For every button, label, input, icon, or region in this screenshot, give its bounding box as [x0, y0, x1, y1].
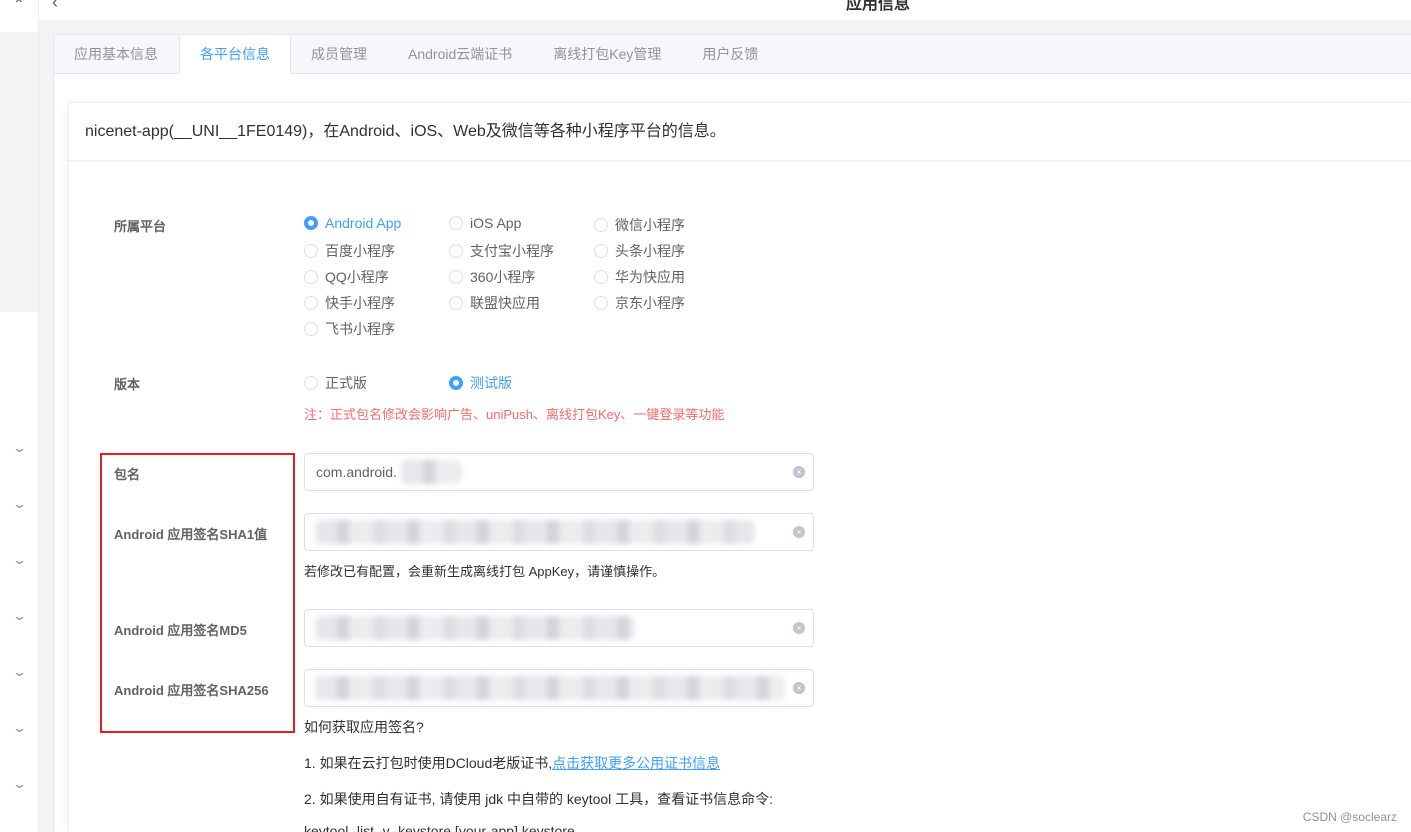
radio-circle	[449, 270, 463, 284]
radio-toutiao[interactable]: 头条小程序	[594, 241, 685, 261]
chevron-down-icon[interactable]: ⌄	[12, 664, 27, 680]
clear-icon[interactable]: ×	[793, 526, 805, 538]
radio-alipay[interactable]: 支付宝小程序	[449, 241, 554, 261]
package-warning: 注：正式包名修改会影响广告、uniPush、离线打包Key、一键登录等功能	[304, 407, 725, 422]
radio-kuaishou[interactable]: 快手小程序	[304, 293, 395, 313]
radio-circle	[594, 244, 608, 258]
back-arrow-icon[interactable]: ‹	[52, 0, 58, 13]
chevron-down-icon[interactable]: ⌄	[12, 776, 27, 792]
tab-platform-info[interactable]: 各平台信息	[179, 35, 291, 75]
left-rail: ⌃ ⌄ ⌄ ⌄ ⌄ ⌄ ⌄ ⌄	[0, 0, 39, 832]
sha1-hint: 若修改已有配置，会重新生成离线打包 AppKey，请谨慎操作。	[304, 564, 666, 579]
watermark: CSDN @soclearz	[1302, 810, 1397, 824]
sha1-label: Android 应用签名SHA1值	[114, 527, 268, 542]
radio-circle	[594, 270, 608, 284]
radio-label: 微信小程序	[615, 217, 685, 233]
radio-circle	[304, 296, 318, 310]
public-cert-link[interactable]: 点击获取更多公用证书信息	[552, 755, 720, 771]
radio-circle	[304, 376, 318, 390]
radio-jd[interactable]: 京东小程序	[594, 293, 685, 313]
radio-ios-app[interactable]: iOS App	[449, 215, 521, 231]
package-name-input[interactable]: com.android. ×	[304, 453, 814, 491]
help-question: 如何获取应用签名?	[304, 719, 424, 735]
tab-bar: 应用基本信息 各平台信息 成员管理 Android云端证书 离线打包Key管理 …	[53, 34, 1411, 75]
radio-label: 快手小程序	[325, 295, 395, 311]
md5-input[interactable]: ×	[304, 609, 814, 647]
platform-label: 所属平台	[114, 219, 167, 234]
redacted-blur	[315, 676, 785, 700]
radio-circle	[449, 216, 463, 230]
radio-label: 正式版	[325, 375, 367, 391]
tab-android-cert[interactable]: Android云端证书	[388, 35, 533, 74]
radio-qq[interactable]: QQ小程序	[304, 267, 389, 287]
radio-label: iOS App	[470, 215, 522, 231]
radio-circle	[449, 376, 463, 390]
radio-baidu[interactable]: 百度小程序	[304, 241, 395, 261]
version-label: 版本	[114, 377, 141, 392]
radio-circle	[594, 218, 608, 232]
package-name-label: 包名	[114, 467, 141, 482]
radio-quickapp-union[interactable]: 联盟快应用	[449, 293, 540, 313]
radio-label: Android App	[325, 215, 402, 231]
sha1-input[interactable]: ×	[304, 513, 814, 551]
radio-label: 头条小程序	[615, 243, 685, 259]
md5-label: Android 应用签名MD5	[114, 623, 247, 638]
clear-icon[interactable]: ×	[793, 622, 805, 634]
chevron-down-icon[interactable]: ⌄	[12, 720, 27, 736]
radio-label: 支付宝小程序	[470, 243, 554, 259]
chevron-down-icon[interactable]: ⌄	[12, 608, 27, 624]
radio-test[interactable]: 测试版	[449, 373, 512, 393]
radio-circle	[304, 270, 318, 284]
chevron-up-icon[interactable]: ⌃	[13, 0, 25, 13]
chevron-down-icon[interactable]: ⌄	[12, 440, 27, 456]
tab-basic-info[interactable]: 应用基本信息	[54, 35, 179, 74]
package-name-value: com.android.	[316, 464, 397, 480]
radio-circle	[304, 244, 318, 258]
radio-wechat[interactable]: 微信小程序	[594, 215, 685, 235]
radio-label: 华为快应用	[615, 269, 685, 285]
radio-label: 联盟快应用	[470, 295, 540, 311]
sha256-label: Android 应用签名SHA256	[114, 683, 269, 698]
sha256-input[interactable]: ×	[304, 669, 814, 707]
radio-android-app[interactable]: Android App	[304, 215, 401, 231]
sidebar-collapsed-panel	[0, 32, 38, 312]
page-title: 应用信息	[846, 0, 911, 13]
redacted-blur	[315, 616, 635, 640]
radio-feishu[interactable]: 飞书小程序	[304, 319, 395, 339]
tab-feedback[interactable]: 用户反馈	[682, 35, 779, 74]
clear-icon[interactable]: ×	[793, 682, 805, 694]
radio-label: 飞书小程序	[325, 321, 395, 337]
radio-huawei[interactable]: 华为快应用	[594, 267, 685, 287]
radio-circle	[449, 296, 463, 310]
radio-360[interactable]: 360小程序	[449, 267, 535, 287]
help-step1: 1. 如果在云打包时使用DCloud老版证书,点击获取更多公用证书信息	[304, 753, 720, 773]
help-step1-text: 1. 如果在云打包时使用DCloud老版证书,	[304, 755, 553, 771]
tab-members[interactable]: 成员管理	[291, 35, 388, 74]
card-title: nicenet-app(__UNI__1FE0149)，在Android、iOS…	[69, 103, 1411, 161]
tab-offline-key[interactable]: 离线打包Key管理	[533, 35, 682, 74]
radio-label: 360小程序	[470, 269, 536, 285]
redacted-blur	[315, 520, 755, 544]
radio-release[interactable]: 正式版	[304, 373, 367, 393]
top-bar	[39, 0, 1411, 20]
chevron-down-icon[interactable]: ⌄	[12, 496, 27, 512]
radio-label: 京东小程序	[615, 295, 685, 311]
radio-circle	[449, 244, 463, 258]
radio-circle	[304, 216, 318, 230]
radio-label: QQ小程序	[325, 269, 389, 285]
radio-label: 百度小程序	[325, 243, 395, 259]
help-step2: 2. 如果使用自有证书, 请使用 jdk 中自带的 keytool 工具，查看证…	[304, 791, 774, 807]
keytool-command: keytool -list -v -keystore [your-app].ke…	[304, 823, 575, 832]
radio-circle	[594, 296, 608, 310]
redacted-blur	[401, 460, 461, 484]
radio-circle	[304, 322, 318, 336]
chevron-down-icon[interactable]: ⌄	[12, 552, 27, 568]
radio-label: 测试版	[470, 375, 512, 391]
clear-icon[interactable]: ×	[793, 466, 805, 478]
